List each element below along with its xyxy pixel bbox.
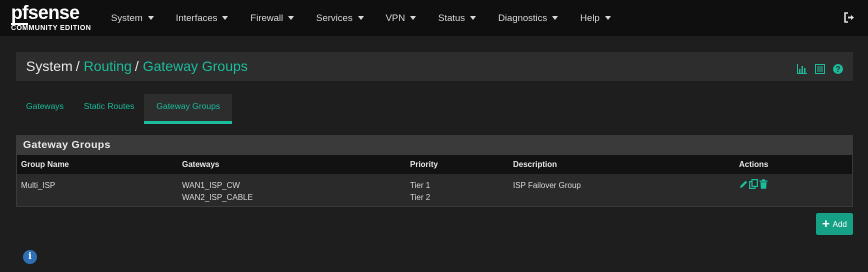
menu-label: Diagnostics (498, 12, 548, 24)
plus-icon: + (822, 216, 830, 231)
panel-title: Gateway Groups (17, 136, 852, 155)
menu-system[interactable]: System (111, 13, 154, 24)
menu-label: System (111, 12, 143, 24)
list-icon[interactable] (815, 61, 825, 74)
menu-label: Help (580, 12, 600, 24)
info-icon[interactable]: i (23, 250, 37, 264)
tab-static-routes[interactable]: Static Routes (74, 94, 145, 124)
logo-sense: sense (27, 3, 80, 24)
breadcrumb-separator: / (134, 58, 139, 74)
caret-down-icon (288, 16, 295, 20)
copy-icon[interactable] (749, 179, 759, 190)
column-description: Description (513, 160, 558, 169)
bar-chart-icon[interactable] (797, 61, 807, 74)
breadcrumb-gateway-groups-link[interactable]: Gateway Groups (143, 58, 248, 74)
table-row: Multi_ISP WAN1_ISP_CW WAN2_ISP_CABLE Tie… (17, 174, 852, 206)
caret-down-icon (470, 16, 477, 20)
gateways-cell: WAN1_ISP_CW WAN2_ISP_CABLE (182, 180, 253, 204)
svg-text:?: ? (836, 65, 841, 74)
main-menu: System Interfaces Firewall Services VPN … (111, 0, 633, 36)
caret-down-icon (222, 16, 229, 20)
menu-status[interactable]: Status (438, 12, 477, 24)
table-header: Group Name Gateways Priority Description… (17, 155, 852, 174)
caret-down-icon (357, 16, 364, 20)
breadcrumb-separator: / (75, 58, 80, 74)
menu-help[interactable]: Help (580, 13, 611, 24)
priority-entry: Tier 2 (410, 193, 431, 202)
pfsense-logo[interactable]: pfsense COMMUNITY EDITION (11, 3, 92, 33)
menu-vpn[interactable]: VPN (386, 13, 417, 24)
pencil-icon[interactable] (739, 179, 748, 189)
add-button-label: Add (832, 219, 847, 229)
caret-down-icon (410, 16, 417, 20)
group-name-cell: Multi_ISP (21, 181, 56, 190)
logo-pf: pf (11, 3, 28, 25)
priority-cell: Tier 1 Tier 2 (410, 180, 430, 204)
breadcrumb-system: System (26, 58, 73, 74)
menu-services[interactable]: Services (316, 12, 364, 24)
menu-firewall[interactable]: Firewall (250, 12, 295, 24)
menu-label: Firewall (250, 12, 284, 24)
logo-wordmark: pfsense (11, 3, 80, 25)
tab-gateways[interactable]: Gateways (16, 94, 74, 124)
gateway-groups-panel: Gateway Groups Group Name Gateways Prior… (16, 135, 853, 207)
tab-gateway-groups[interactable]: Gateway Groups (144, 94, 233, 124)
menu-label: Services (316, 12, 353, 24)
description-cell: ISP Failover Group (513, 181, 581, 190)
breadcrumb: System / Routing / Gateway Groups (26, 58, 248, 74)
menu-interfaces[interactable]: Interfaces (176, 13, 229, 24)
help-icon[interactable]: ? (833, 61, 843, 74)
caret-down-icon (604, 16, 611, 20)
gateway-entry: WAN2_ISP_CABLE (182, 193, 253, 202)
menu-diagnostics[interactable]: Diagnostics (498, 12, 559, 24)
trash-icon[interactable] (759, 179, 768, 189)
caret-down-icon (147, 16, 154, 20)
logo-edition: COMMUNITY EDITION (11, 25, 92, 32)
breadcrumb-bar: System / Routing / Gateway Groups ? (16, 52, 853, 81)
menu-label: VPN (385, 12, 406, 24)
menu-label: Status (438, 12, 466, 24)
sign-out-icon[interactable] (843, 11, 856, 24)
tab-bar: Gateways Static Routes Gateway Groups (16, 94, 233, 124)
caret-down-icon (552, 16, 559, 20)
column-actions: Actions (739, 160, 769, 169)
row-actions (739, 179, 768, 190)
gateway-entry: WAN1_ISP_CW (182, 181, 240, 190)
page-shortcut-icons: ? (797, 61, 843, 74)
column-group-name: Group Name (21, 160, 70, 169)
top-navbar: pfsense COMMUNITY EDITION System Interfa… (0, 0, 868, 36)
priority-entry: Tier 1 (410, 181, 431, 190)
column-priority: Priority (410, 160, 439, 169)
menu-label: Interfaces (175, 12, 218, 24)
add-button[interactable]: + Add (816, 213, 853, 235)
column-gateways: Gateways (182, 160, 220, 169)
breadcrumb-routing-link[interactable]: Routing (84, 58, 132, 74)
